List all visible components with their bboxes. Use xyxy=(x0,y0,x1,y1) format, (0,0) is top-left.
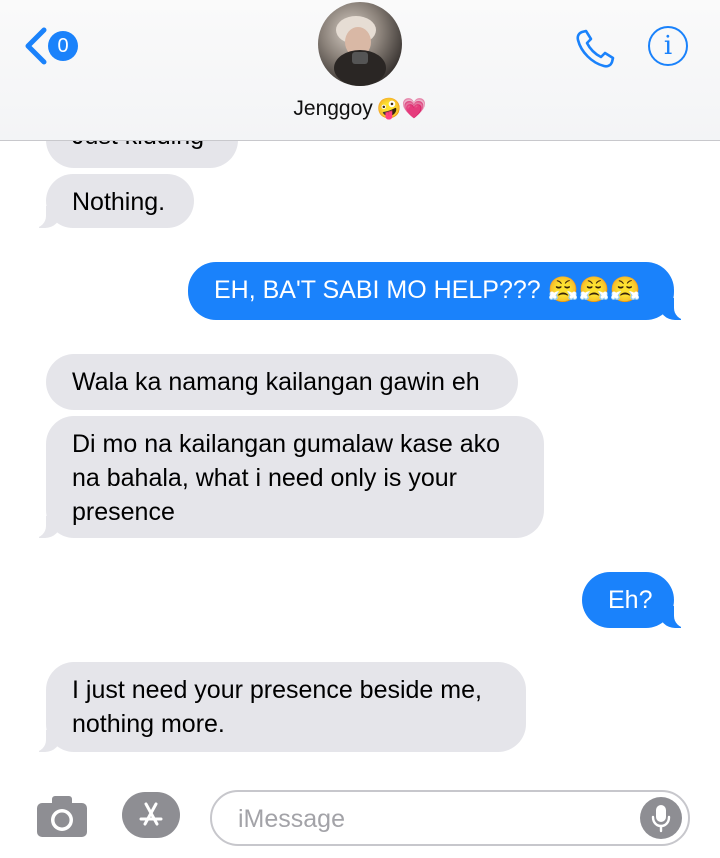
avatar-photo xyxy=(334,16,386,86)
message-bubble-outgoing[interactable]: EH, BA'T SABI MO HELP??? 😤😤😤 xyxy=(188,262,686,320)
info-icon[interactable]: i xyxy=(648,26,688,66)
message-text: EH, BA'T SABI MO HELP??? 😤😤😤 xyxy=(214,276,641,304)
contact-name-row[interactable]: Jenggoy 🤪💗 xyxy=(0,96,720,121)
unread-count-badge: 0 xyxy=(48,31,78,61)
message-field[interactable] xyxy=(210,790,690,846)
contact-avatar[interactable] xyxy=(318,2,402,86)
compose-bar xyxy=(0,780,720,858)
contact-name-emoji: 🤪💗 xyxy=(376,98,427,120)
message-bubble-outgoing[interactable]: Eh? xyxy=(582,572,686,628)
message-bubble-incoming[interactable]: Nothing. xyxy=(34,174,194,228)
message-bubble-incoming[interactable]: I just need your presence beside me, not… xyxy=(34,662,526,752)
message-text: I just need your presence beside me, not… xyxy=(72,676,482,738)
camera-icon[interactable] xyxy=(36,794,88,838)
message-bubble-incoming[interactable]: Di mo na kailangan gumalaw kase ako na b… xyxy=(34,416,544,538)
microphone-button[interactable] xyxy=(640,797,682,839)
phone-icon[interactable] xyxy=(572,26,618,72)
message-text: Nothing. xyxy=(72,188,166,216)
contact-name: Jenggoy xyxy=(293,96,373,120)
microphone-icon xyxy=(651,805,671,833)
conversation-header: 0 Jenggoy 🤪💗 i xyxy=(0,0,720,141)
message-input[interactable] xyxy=(236,800,620,838)
app-store-button[interactable] xyxy=(122,792,180,838)
message-text: Eh? xyxy=(608,586,653,614)
chevron-left-icon xyxy=(25,27,47,65)
app-store-icon xyxy=(139,802,163,826)
back-button[interactable]: 0 xyxy=(22,24,78,68)
message-bubble-incoming[interactable]: Wala ka namang kailangan gawin eh xyxy=(46,354,518,410)
message-text: Di mo na kailangan gumalaw kase ako na b… xyxy=(72,430,501,526)
message-text: Wala ka namang kailangan gawin eh xyxy=(72,368,480,396)
